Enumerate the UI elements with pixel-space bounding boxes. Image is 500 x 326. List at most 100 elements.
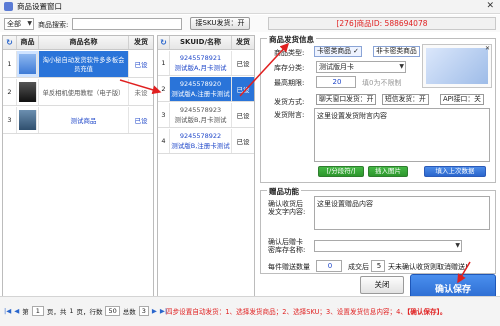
row-count-input[interactable]: 50 bbox=[105, 305, 120, 316]
stock-category-select[interactable]: 测试版月卡 ▼ bbox=[316, 61, 406, 73]
search-input[interactable] bbox=[72, 18, 182, 30]
next-page-icon[interactable]: ▶ bbox=[152, 307, 157, 315]
delivery-status: 已设 bbox=[134, 61, 148, 69]
scope-select-value: 全部 bbox=[7, 20, 21, 28]
chat-delivery-toggle[interactable]: 聊天窗口发货：开 bbox=[316, 94, 377, 105]
sku-cell: 9245578920 测试版A,注册卡测试 bbox=[170, 77, 232, 101]
table-row[interactable]: 3 测试商品 已设 bbox=[3, 107, 153, 134]
refresh-icon[interactable]: ↻ bbox=[3, 36, 17, 49]
delivery-note-label: 发货附言: bbox=[274, 111, 305, 119]
card-product-checkbox[interactable]: 卡密类商品 ✓ bbox=[314, 46, 362, 57]
table-row[interactable]: 1 淘小秘自动发货软件多多板会员充值 已设 bbox=[3, 51, 153, 78]
max-cycle-hint: 填0为不限制 bbox=[362, 79, 402, 87]
gift-qty-label: 每件赠送数量 bbox=[268, 263, 310, 271]
check-icon: ✓ bbox=[353, 47, 359, 55]
sku-delivery-toggle-button[interactable]: 接SKU发货：开 bbox=[190, 17, 250, 30]
chevron-down-icon: ▼ bbox=[455, 242, 460, 249]
col-sku-id-name: SKUID/名称 bbox=[170, 36, 232, 49]
gift-text-textarea[interactable]: 这里设置赠品内容 bbox=[314, 196, 490, 230]
gift-title: 赠品功能 bbox=[267, 186, 301, 197]
image-preview[interactable]: ✕ bbox=[422, 44, 492, 88]
delivery-note-textarea[interactable]: 这里设置发货附言内容 bbox=[314, 108, 490, 162]
stock-category-value: 测试版月卡 bbox=[319, 63, 354, 71]
close-icon[interactable]: ✕ bbox=[486, 1, 494, 11]
col-product: 商品 bbox=[17, 36, 39, 49]
table-row[interactable]: 2 9245578920 测试版A,注册卡测试 已设 bbox=[158, 77, 254, 102]
table-row[interactable]: 3 9245578923 测试版B,月卡测试 已设 bbox=[158, 103, 254, 128]
search-label: 商品搜索: bbox=[38, 21, 69, 29]
gift-stock-label: 确认后赠卡 密库存名称: bbox=[268, 238, 306, 254]
product-id-banner: [276]商品ID: 588694078 bbox=[268, 17, 496, 30]
instruction-highlight: 【确认保存】。 bbox=[406, 308, 447, 316]
sku-name: 测试版B,月卡测试 bbox=[174, 116, 227, 124]
import-last-button[interactable]: 填入上次数据 bbox=[424, 166, 486, 177]
gift-text-label: 确认收货后 发文字内容: bbox=[268, 200, 306, 216]
page-label-a: 第 bbox=[22, 307, 29, 316]
instruction-text: 四步设置自动发货：1、选择发货商品；2、选择SKU；3、设置发货信息内容；4、【… bbox=[166, 306, 447, 316]
close-icon[interactable]: ✕ bbox=[485, 45, 490, 52]
sms-delivery-toggle[interactable]: 短信发货：开 bbox=[382, 94, 429, 105]
record-count: 3 bbox=[138, 305, 149, 316]
delivery-method-label: 发货方式: bbox=[274, 98, 305, 106]
product-name: 淘小秘自动发货软件多多板会员充值 bbox=[39, 51, 129, 77]
sku-cell: 9245578922 测试版B,注册卡测试 bbox=[170, 129, 232, 153]
noncard-product-label: 非卡密类商品 bbox=[376, 47, 417, 55]
card-product-label: 卡密类商品 bbox=[317, 47, 351, 55]
row-number: 4 bbox=[158, 129, 170, 153]
sku-id: 9245578921 bbox=[179, 54, 222, 62]
sku-id: 9245578920 bbox=[179, 80, 222, 88]
page-label-b: 页，共 bbox=[46, 307, 67, 316]
sku-table-header: ↻ SKUID/名称 发货 bbox=[158, 36, 254, 50]
product-thumbnail bbox=[17, 79, 39, 105]
table-row[interactable]: 4 9245578922 测试版B,注册卡测试 已设 bbox=[158, 129, 254, 154]
window-title: 商品设置窗口 bbox=[17, 2, 62, 11]
row-number: 3 bbox=[3, 107, 17, 133]
toolbar: 全部 ▼ 商品搜索: 接SKU发货：开 [276]商品ID: 588694078 bbox=[0, 15, 500, 32]
gift-stock-select[interactable]: ▼ bbox=[314, 240, 462, 252]
first-page-icon[interactable]: |◀ bbox=[4, 307, 11, 315]
sku-name: 测试版A,月卡测试 bbox=[174, 64, 227, 72]
refresh-icon[interactable]: ↻ bbox=[158, 36, 170, 49]
product-thumbnail bbox=[17, 51, 39, 77]
instruction-prefix: 四步设置自动发货：1、选择发货商品；2、选择SKU；3、设置发货信息内容；4、 bbox=[166, 308, 407, 316]
max-cycle-input[interactable]: 20 bbox=[316, 76, 356, 88]
api-delivery-toggle[interactable]: API接口：关 bbox=[440, 94, 484, 105]
table-row[interactable]: 1 9245578921 测试版A,月卡测试 已设 bbox=[158, 51, 254, 76]
current-page-input[interactable]: 1 bbox=[31, 305, 44, 316]
insert-image-button[interactable]: 插入图片 bbox=[368, 166, 408, 177]
gift-qty-input[interactable]: 0 bbox=[316, 260, 342, 272]
delivery-status: 已设 bbox=[134, 117, 148, 125]
gift-days-input[interactable]: 5 bbox=[371, 260, 385, 272]
sku-name: 测试版A,注册卡测试 bbox=[171, 90, 230, 98]
delivery-info-title: 商品发货信息 bbox=[267, 34, 316, 45]
sku-id: 9245578922 bbox=[179, 132, 222, 140]
delivery-status: 已设 bbox=[236, 138, 250, 146]
row-number: 2 bbox=[3, 79, 17, 105]
noncard-product-checkbox[interactable]: 非卡密类商品 bbox=[373, 46, 420, 57]
delivery-status: 未设 bbox=[134, 89, 148, 97]
product-thumbnail bbox=[17, 107, 39, 133]
app-icon bbox=[4, 2, 13, 11]
delivery-status: 已设 bbox=[232, 77, 254, 101]
sku-name: 测试版B,注册卡测试 bbox=[171, 142, 230, 150]
page-total: 1 bbox=[69, 306, 74, 315]
chevron-down-icon: ▼ bbox=[27, 20, 32, 27]
gift-days-label: 成交后 bbox=[348, 263, 369, 271]
col-delivery: 发货 bbox=[236, 38, 250, 46]
product-table: ↻ 商品 商品名称 发货 1 淘小秘自动发货软件多多板会员充值 已设 2 单反相… bbox=[2, 35, 154, 297]
scope-select[interactable]: 全部 ▼ bbox=[4, 18, 34, 30]
title-bar: 商品设置窗口 ✕ bbox=[0, 0, 500, 14]
total-label: 总数 bbox=[122, 307, 136, 316]
table-row[interactable]: 2 单反相机使用教程（电子版） 未设 bbox=[3, 79, 153, 106]
product-name: 测试商品 bbox=[39, 107, 129, 133]
sku-cell: 9245578923 测试版B,月卡测试 bbox=[170, 103, 232, 127]
page-label-c: 页，行数 bbox=[76, 307, 103, 316]
separator-button[interactable]: [/分段符/] bbox=[318, 166, 364, 177]
sku-cell: 9245578921 测试版A,月卡测试 bbox=[170, 51, 232, 75]
pager: |◀ ◀ 第 1 页，共 1 页，行数 50 总数 3 ▶ ▶| bbox=[4, 305, 167, 316]
close-button[interactable]: 关闭 bbox=[360, 276, 404, 294]
prev-page-icon[interactable]: ◀ bbox=[14, 307, 19, 315]
col-delivery: 发货 bbox=[134, 38, 148, 46]
max-cycle-label: 最高期限: bbox=[274, 79, 305, 87]
product-name: 单反相机使用教程（电子版） bbox=[39, 79, 129, 105]
